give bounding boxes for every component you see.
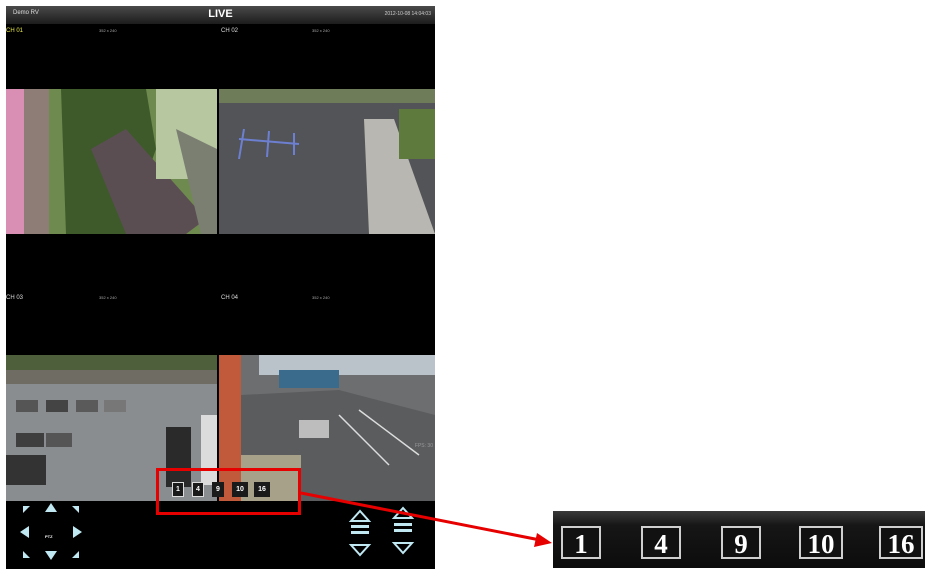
zoom-split-1-button[interactable]: 1 bbox=[561, 526, 601, 559]
zoom-split-4-button[interactable]: 4 bbox=[641, 526, 681, 559]
split-selector-zoom: 1 4 9 10 16 bbox=[553, 511, 925, 568]
callout-arrow-icon bbox=[300, 491, 552, 547]
zoom-split-10-button[interactable]: 10 bbox=[799, 526, 843, 559]
zoom-split-9-button[interactable]: 9 bbox=[721, 526, 761, 559]
zoom-split-16-button[interactable]: 16 bbox=[879, 526, 923, 559]
